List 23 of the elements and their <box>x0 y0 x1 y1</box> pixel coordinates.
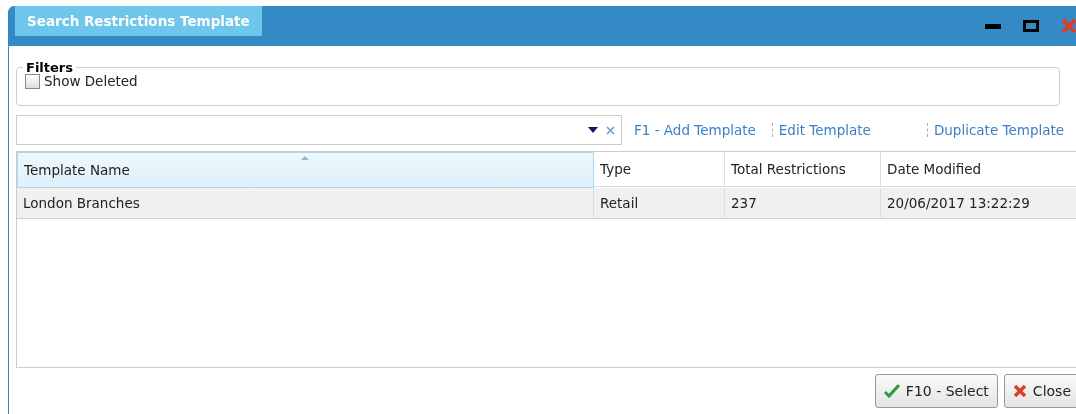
minimize-icon[interactable] <box>985 23 1001 29</box>
table-cell: 20/06/2017 13:22:29 <box>881 188 1076 219</box>
sort-icon <box>301 156 309 160</box>
table-cell: London Branches <box>17 188 594 219</box>
close-icon <box>1012 384 1027 398</box>
column-header[interactable]: Type <box>594 152 725 187</box>
checkbox[interactable] <box>25 73 40 89</box>
action-link[interactable]: Edit Template <box>778 122 871 138</box>
maximize-icon[interactable] <box>1023 20 1039 32</box>
window-title: Search Restrictions Template <box>15 6 262 36</box>
column-header[interactable]: Total Restrictions <box>725 152 881 187</box>
table-cell: Retail <box>594 188 725 219</box>
checkbox-label: Show Deleted <box>44 73 138 89</box>
dropdown-icon[interactable] <box>588 127 598 133</box>
action-link[interactable]: Duplicate Template <box>933 122 1065 138</box>
table-cell: 237 <box>725 188 881 219</box>
clear-icon[interactable] <box>606 125 615 135</box>
select-button[interactable]: F10 - Select <box>874 374 998 408</box>
close-button[interactable]: Close <box>1003 374 1076 408</box>
column-header[interactable]: Template Name <box>17 152 594 188</box>
filters-title: Filters <box>25 60 74 75</box>
check-icon <box>883 384 900 398</box>
action-link[interactable]: F1 - Add Template <box>634 122 756 138</box>
